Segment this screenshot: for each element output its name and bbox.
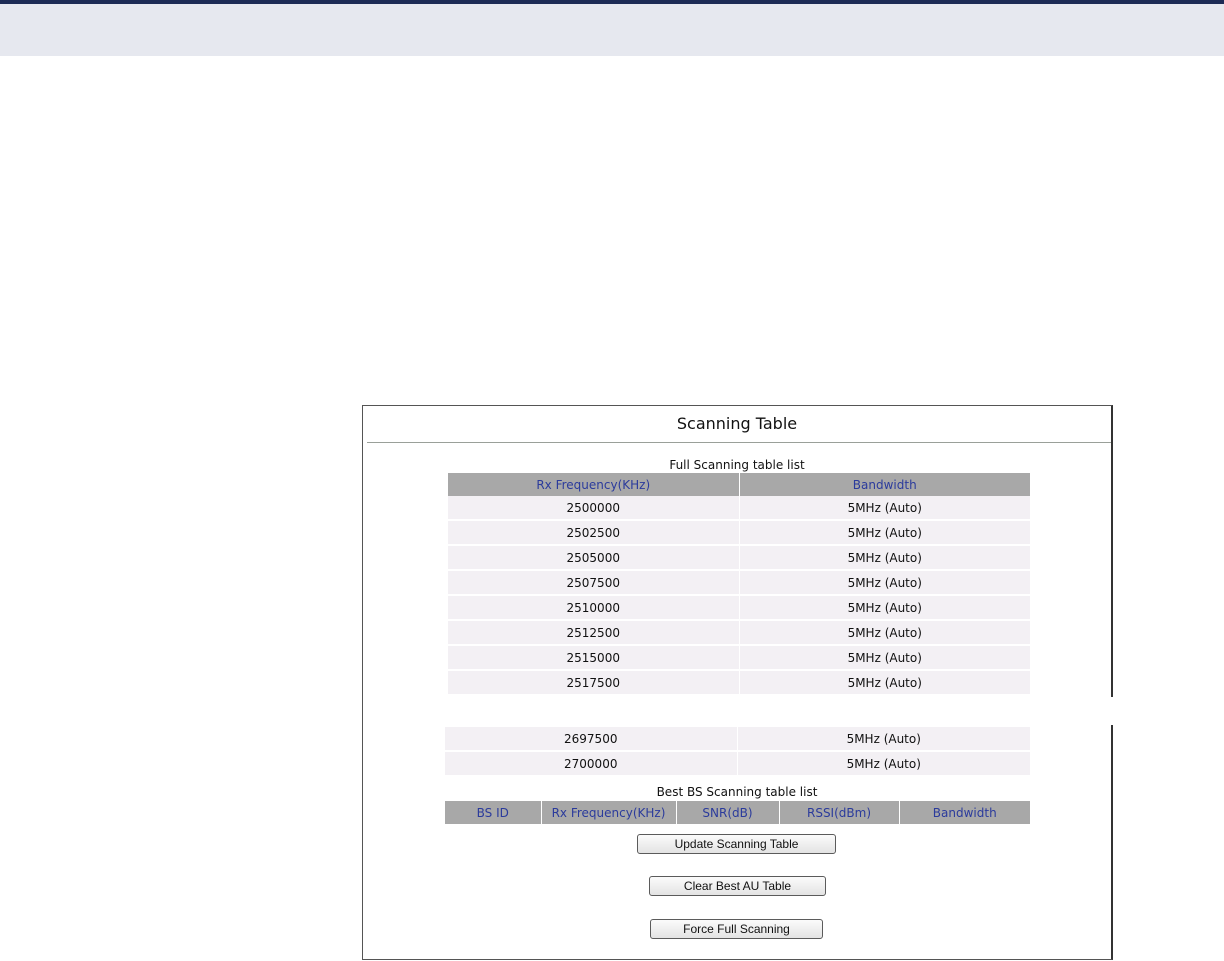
bandwidth-cell: 5MHz (Auto) bbox=[739, 645, 1030, 671]
table-header-row: BS ID Rx Frequency(KHz) SNR(dB) RSSI(dBm… bbox=[445, 801, 1030, 824]
table-row: 2512500 5MHz (Auto) bbox=[448, 620, 1030, 646]
rx-frequency-cell: 2510000 bbox=[448, 595, 740, 621]
clear-best-au-table-button[interactable]: Clear Best AU Table bbox=[649, 876, 826, 896]
best-table-caption: Best BS Scanning table list bbox=[656, 785, 818, 799]
bandwidth-cell: 5MHz (Auto) bbox=[739, 520, 1030, 546]
title-divider bbox=[367, 442, 1111, 443]
table-header-row: Rx Frequency(KHz) Bandwidth bbox=[448, 473, 1030, 496]
rx-frequency-cell: 2517500 bbox=[448, 670, 740, 696]
column-header-bs-id: BS ID bbox=[445, 801, 542, 824]
column-header-rx-frequency: Rx Frequency(KHz) bbox=[541, 801, 677, 824]
table-row: 2502500 5MHz (Auto) bbox=[448, 520, 1030, 546]
bandwidth-cell: 5MHz (Auto) bbox=[739, 620, 1030, 646]
bandwidth-cell: 5MHz (Auto) bbox=[737, 751, 1030, 777]
bandwidth-cell: 5MHz (Auto) bbox=[739, 670, 1030, 696]
force-full-scanning-button[interactable]: Force Full Scanning bbox=[650, 919, 823, 939]
full-table-caption: Full Scanning table list bbox=[669, 458, 805, 472]
table-row: 2697500 5MHz (Auto) bbox=[445, 727, 1030, 752]
table-row: 2515000 5MHz (Auto) bbox=[448, 645, 1030, 671]
truncation-gap bbox=[363, 697, 1123, 725]
rx-frequency-cell: 2505000 bbox=[448, 545, 740, 571]
scanning-table-panel: Scanning Table Full Scanning table list … bbox=[362, 405, 1123, 960]
table-row: 2517500 5MHz (Auto) bbox=[448, 670, 1030, 696]
best-bs-scanning-table: BS ID Rx Frequency(KHz) SNR(dB) RSSI(dBm… bbox=[445, 801, 1030, 824]
bandwidth-cell: 5MHz (Auto) bbox=[737, 727, 1030, 752]
top-banner bbox=[0, 0, 1224, 56]
column-header-rssi: RSSI(dBm) bbox=[779, 801, 900, 824]
rx-frequency-cell: 2697500 bbox=[445, 727, 738, 752]
column-header-snr: SNR(dB) bbox=[676, 801, 780, 824]
column-header-bandwidth: Bandwidth bbox=[739, 473, 1030, 496]
table-row: 2507500 5MHz (Auto) bbox=[448, 570, 1030, 596]
column-header-bandwidth: Bandwidth bbox=[899, 801, 1030, 824]
table-row: 2510000 5MHz (Auto) bbox=[448, 595, 1030, 621]
bandwidth-cell: 5MHz (Auto) bbox=[739, 595, 1030, 621]
bandwidth-cell: 5MHz (Auto) bbox=[739, 496, 1030, 521]
rx-frequency-cell: 2512500 bbox=[448, 620, 740, 646]
full-scanning-table: Rx Frequency(KHz) Bandwidth 2500000 5MHz… bbox=[448, 473, 1030, 696]
rx-frequency-cell: 2502500 bbox=[448, 520, 740, 546]
table-row: 2505000 5MHz (Auto) bbox=[448, 545, 1030, 571]
rx-frequency-cell: 2507500 bbox=[448, 570, 740, 596]
table-row: 2700000 5MHz (Auto) bbox=[445, 751, 1030, 777]
full-scanning-table-tail: 2697500 5MHz (Auto) 2700000 5MHz (Auto) bbox=[445, 727, 1030, 777]
rx-frequency-cell: 2515000 bbox=[448, 645, 740, 671]
panel-title: Scanning Table bbox=[676, 414, 798, 433]
rx-frequency-cell: 2700000 bbox=[445, 751, 738, 777]
bandwidth-cell: 5MHz (Auto) bbox=[739, 545, 1030, 571]
update-scanning-table-button[interactable]: Update Scanning Table bbox=[637, 834, 836, 854]
bandwidth-cell: 5MHz (Auto) bbox=[739, 570, 1030, 596]
rx-frequency-cell: 2500000 bbox=[448, 496, 740, 521]
column-header-rx-frequency: Rx Frequency(KHz) bbox=[448, 473, 740, 496]
table-row: 2500000 5MHz (Auto) bbox=[448, 496, 1030, 521]
